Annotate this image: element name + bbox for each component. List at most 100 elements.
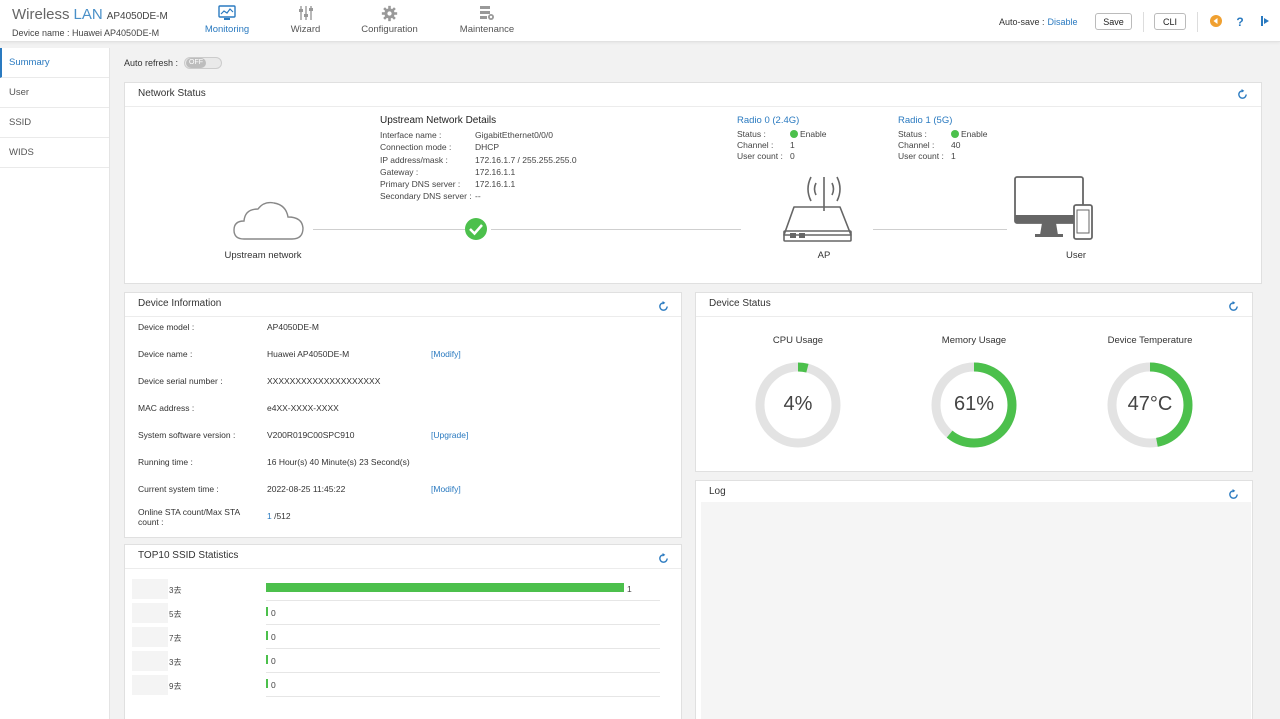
ssid-name-redacted (132, 603, 168, 623)
sta-max: /512 (271, 511, 291, 521)
panel-title: Log (709, 486, 726, 497)
user-label: User (1065, 250, 1087, 261)
ssid-bar-value: 0 (271, 632, 276, 642)
detail-key: IP address/mask : (380, 154, 448, 165)
modify-time-link[interactable]: [Modify] (431, 484, 461, 494)
radio0-title: Radio 0 (2.4G) (737, 115, 800, 126)
ssid-row-divider (266, 600, 660, 601)
radio1-keys: Status : Channel : User count : (898, 129, 944, 162)
ssid-chart-bg (385, 575, 515, 719)
refresh-icon[interactable] (1228, 301, 1239, 312)
ssid-name-suffix: 9去 (169, 682, 182, 691)
radio-key: Channel : (737, 140, 774, 150)
radio0-values: Enable 1 0 (790, 129, 826, 162)
save-button[interactable]: Save (1095, 13, 1132, 30)
radio0-keys: Status : Channel : User count : (737, 129, 783, 162)
connection-line (491, 229, 741, 230)
panel-title: TOP10 SSID Statistics (125, 545, 681, 569)
header-device-name: Device name : Huawei AP4050DE-M (12, 28, 160, 38)
check-icon (465, 218, 487, 240)
upstream-details-values: GigabitEthernet0/0/0 DHCP 172.16.1.7 / 2… (475, 129, 577, 203)
help-icon[interactable]: ? (1233, 14, 1247, 28)
brand-title: Wireless LAN AP4050DE-M (12, 6, 168, 23)
sidebar-item-summary[interactable]: Summary (0, 48, 109, 78)
radio-key: Status : (898, 129, 927, 139)
radio-value: 40 (951, 140, 961, 150)
network-status-panel: Network Status Upstream Network Details … (124, 82, 1262, 284)
radio-key: Status : (737, 129, 766, 139)
ssid-bar (266, 583, 624, 592)
ssid-name-suffix: 3去 (169, 658, 182, 667)
cli-button[interactable]: CLI (1154, 13, 1186, 30)
autosave-label: Auto-save : (999, 17, 1045, 27)
nav-maintenance-label: Maintenance (459, 24, 515, 35)
sta-key-line1: Online STA count/Max STA (138, 507, 241, 517)
info-value: XXXXXXXXXXXXXXXXXXXX (267, 376, 381, 386)
refresh-icon[interactable] (658, 553, 669, 564)
maintenance-icon (427, 4, 547, 22)
autosave: Auto-save : Disable (999, 17, 1078, 27)
logout-icon[interactable] (1258, 14, 1272, 28)
header-divider (1197, 12, 1198, 32)
ssid-name-suffix: 7去 (169, 634, 182, 643)
status-dot-icon (951, 130, 959, 138)
refresh-icon[interactable] (1237, 89, 1248, 100)
ssid-bar-value: 0 (271, 608, 276, 618)
refresh-icon[interactable] (1228, 489, 1239, 500)
radio1-title: Radio 1 (5G) (898, 115, 953, 126)
panel-title: Device Status (696, 293, 1252, 317)
autosave-disable-link[interactable]: Disable (1048, 17, 1078, 27)
status-dot-icon (790, 130, 798, 138)
auto-refresh-toggle[interactable]: OFF (184, 57, 223, 69)
sidebar-item-user[interactable]: User (0, 78, 109, 108)
nav-monitoring[interactable]: Monitoring (195, 0, 259, 42)
ssid-name-redacted (132, 651, 168, 671)
ssid-bar-value: 0 (271, 680, 276, 690)
detail-value: 172.16.1.1 (475, 166, 516, 177)
ssid-row-divider (266, 672, 660, 673)
nav-wizard[interactable]: Wizard (259, 0, 352, 42)
sta-key-line2: count : (138, 517, 164, 527)
info-key: Running time : (138, 457, 193, 467)
auto-refresh-label: Auto refresh : (124, 58, 179, 68)
ssid-row-divider (266, 624, 660, 625)
radio-value: 0 (790, 151, 795, 161)
ssid-name-redacted (132, 579, 168, 599)
user-devices-icon (1014, 176, 1093, 240)
info-key: Online STA count/Max STA count : (138, 507, 240, 527)
ssid-bar (266, 631, 268, 640)
nav-wizard-label: Wizard (290, 24, 321, 35)
ssid-bar-value: 1 (627, 584, 632, 594)
refresh-icon[interactable] (658, 301, 669, 312)
radio1-status: Enable (951, 129, 987, 140)
device-status-panel: Device Status CPU Usage 4% Memory Usage … (695, 292, 1253, 472)
nav-monitoring-label: Monitoring (204, 24, 250, 35)
info-value: V200R019C00SPC910 (267, 430, 355, 440)
radio-value: 1 (790, 140, 795, 150)
temperature-value: 47°C (1127, 393, 1173, 415)
detail-value: GigabitEthernet0/0/0 (475, 130, 553, 140)
ssid-row-divider (266, 648, 660, 649)
nav-maintenance[interactable]: Maintenance (427, 0, 547, 42)
sidebar-item-ssid[interactable]: SSID (0, 108, 109, 138)
main-nav: Monitoring Wizard Configuration Maintena… (195, 0, 547, 42)
upgrade-link[interactable]: [Upgrade] (431, 430, 468, 440)
detail-value: 172.16.1.1 (475, 179, 516, 190)
brand-wireless: Wireless (12, 6, 70, 23)
connection-line (313, 229, 465, 230)
sidebar-item-wids[interactable]: WIDS (0, 138, 109, 168)
auto-refresh: Auto refresh : OFF (124, 57, 223, 69)
ap-label: AP (817, 250, 831, 261)
info-key: System software version : (138, 430, 236, 440)
radio1-values: Enable 40 1 (951, 129, 987, 162)
detail-value: -- (475, 191, 481, 202)
ssid-statistics-panel: TOP10 SSID Statistics 3去 1 5去 0 7去 0 3去 0 9去 0 (124, 544, 682, 719)
ssid-bar-value: 0 (271, 656, 276, 666)
cpu-usage-value: 4% (783, 393, 813, 415)
detail-key: Secondary DNS server : (380, 191, 472, 202)
back-icon[interactable] (1209, 14, 1223, 28)
nav-configuration[interactable]: Configuration (352, 0, 427, 42)
info-value: Huawei AP4050DE-M (267, 349, 350, 359)
detail-key: Gateway : (380, 166, 419, 177)
modify-device-name-link[interactable]: [Modify] (431, 349, 461, 359)
